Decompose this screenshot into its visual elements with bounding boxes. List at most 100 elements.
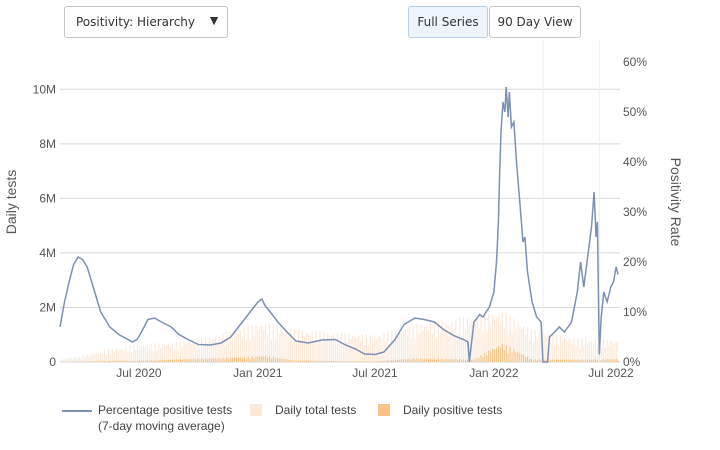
positive-tests-bar [298, 360, 300, 362]
positive-tests-bar [152, 360, 154, 362]
vertical-markers [542, 40, 600, 362]
total-tests-bar [451, 322, 453, 362]
positive-tests-bar [150, 359, 152, 362]
total-tests-bar [616, 341, 618, 362]
total-tests-bar [602, 339, 604, 362]
positive-tests-bar [309, 360, 311, 362]
right-tick-label: 20% [623, 255, 647, 269]
total-tests-bar [90, 353, 92, 362]
positive-tests-bar [166, 359, 168, 362]
left-axis-title: Daily tests [3, 170, 19, 235]
positive-tests-bar [462, 359, 465, 362]
positive-tests-bar [164, 359, 166, 362]
positive-tests-bar [389, 360, 391, 362]
total-tests-bar [453, 329, 455, 362]
positive-tests-bar [208, 358, 210, 362]
total-tests-bar [443, 330, 445, 362]
positive-tests-bar [82, 361, 84, 362]
positive-tests-bar [396, 360, 399, 362]
positive-tests-bar [249, 358, 251, 362]
total-tests-bar [538, 332, 540, 362]
positive-tests-bar [455, 358, 457, 362]
total-tests-bar [268, 322, 271, 362]
positive-tests-bar [94, 361, 96, 362]
total-tests-bar [404, 328, 406, 362]
total-tests-bar [78, 356, 80, 362]
positive-tests-bar [422, 358, 424, 362]
total-tests-bar [327, 333, 329, 362]
total-tests-bar [169, 346, 172, 362]
total-tests-bar [129, 345, 131, 362]
positive-tests-bar [235, 357, 238, 362]
positive-tests-bar [189, 359, 191, 362]
total-tests-bar [164, 345, 166, 362]
positive-tests-bar [398, 359, 401, 362]
total-tests-bar [288, 336, 290, 362]
gridlines [60, 88, 620, 363]
total-tests-bar [420, 324, 422, 362]
total-tests-bar [278, 334, 280, 362]
positive-tests-bar [232, 358, 234, 362]
positive-tests-bar [146, 360, 148, 362]
total-tests-bar [414, 339, 416, 362]
positive-tests-bar [358, 361, 360, 362]
positive-tests-bar [408, 358, 410, 362]
total-tests-bar [445, 322, 447, 362]
total-tests-bar [589, 341, 591, 362]
positive-tests-bar [131, 361, 133, 362]
positive-tests-bar [301, 360, 304, 362]
x-axis-ticks: Jul 2020 Jan 2021 Jul 2021 Jan 2022 Jul 2022 [116, 366, 634, 380]
right-axis-title: Positivity Rate [668, 158, 684, 247]
positive-tests-bar [561, 359, 564, 362]
total-tests-bar [249, 340, 251, 362]
total-tests-bar [563, 338, 565, 362]
left-tick-label: 8M [39, 137, 56, 151]
total-tests-bar [104, 350, 106, 362]
total-tests-bar [534, 330, 536, 362]
positive-tests-bar [115, 360, 117, 362]
total-tests-bar [554, 346, 556, 362]
positive-tests-bar [369, 361, 371, 362]
total-tests-bar [270, 339, 273, 362]
positive-tests-bar [412, 358, 414, 362]
total-tests-bar [352, 335, 354, 362]
positive-tests-bar [482, 357, 484, 362]
positive-tests-bar [356, 361, 358, 362]
positive-tests-bar [334, 361, 337, 362]
positive-tests-bar [612, 359, 614, 362]
positive-tests-bar [319, 360, 321, 362]
left-tick-label: 0 [49, 355, 56, 369]
right-tick-label: 10% [623, 305, 647, 319]
positive-tests-bar [476, 357, 478, 362]
positive-tests-bar [253, 357, 255, 362]
positive-tests-bar [140, 360, 143, 362]
total-tests-bar [532, 342, 534, 362]
total-tests-bar [569, 338, 571, 362]
positive-tests-bar [214, 358, 216, 362]
positive-tests-bar [233, 357, 236, 362]
positive-tests-bar [212, 358, 214, 362]
total-tests-bar [61, 359, 63, 362]
legend-positivity-label-1: Percentage positive tests [98, 403, 233, 417]
positive-tests-bar [243, 356, 245, 362]
positive-tests-bar [530, 358, 533, 362]
total-tests-bar [313, 339, 315, 362]
positive-tests-bar [509, 346, 511, 362]
total-tests-bar [552, 333, 554, 362]
positive-tests-bar [92, 361, 94, 362]
positive-tests-bar [526, 356, 529, 362]
total-tests-bar [418, 334, 420, 362]
positive-tests-bar [259, 356, 261, 362]
total-tests-bar [138, 347, 141, 362]
positive-tests-bar [107, 360, 110, 362]
positive-tests-bar [230, 357, 232, 362]
positive-tests-bar [268, 356, 271, 362]
total-tests-bar [600, 348, 602, 362]
total-tests-bar [105, 355, 108, 362]
positive-tests-bar [169, 359, 172, 362]
total-tests-bar [146, 344, 148, 362]
positive-tests-bar [523, 354, 525, 362]
positive-tests-bar [391, 359, 393, 362]
total-tests-bar [422, 330, 424, 362]
positive-tests-bar [286, 359, 288, 362]
